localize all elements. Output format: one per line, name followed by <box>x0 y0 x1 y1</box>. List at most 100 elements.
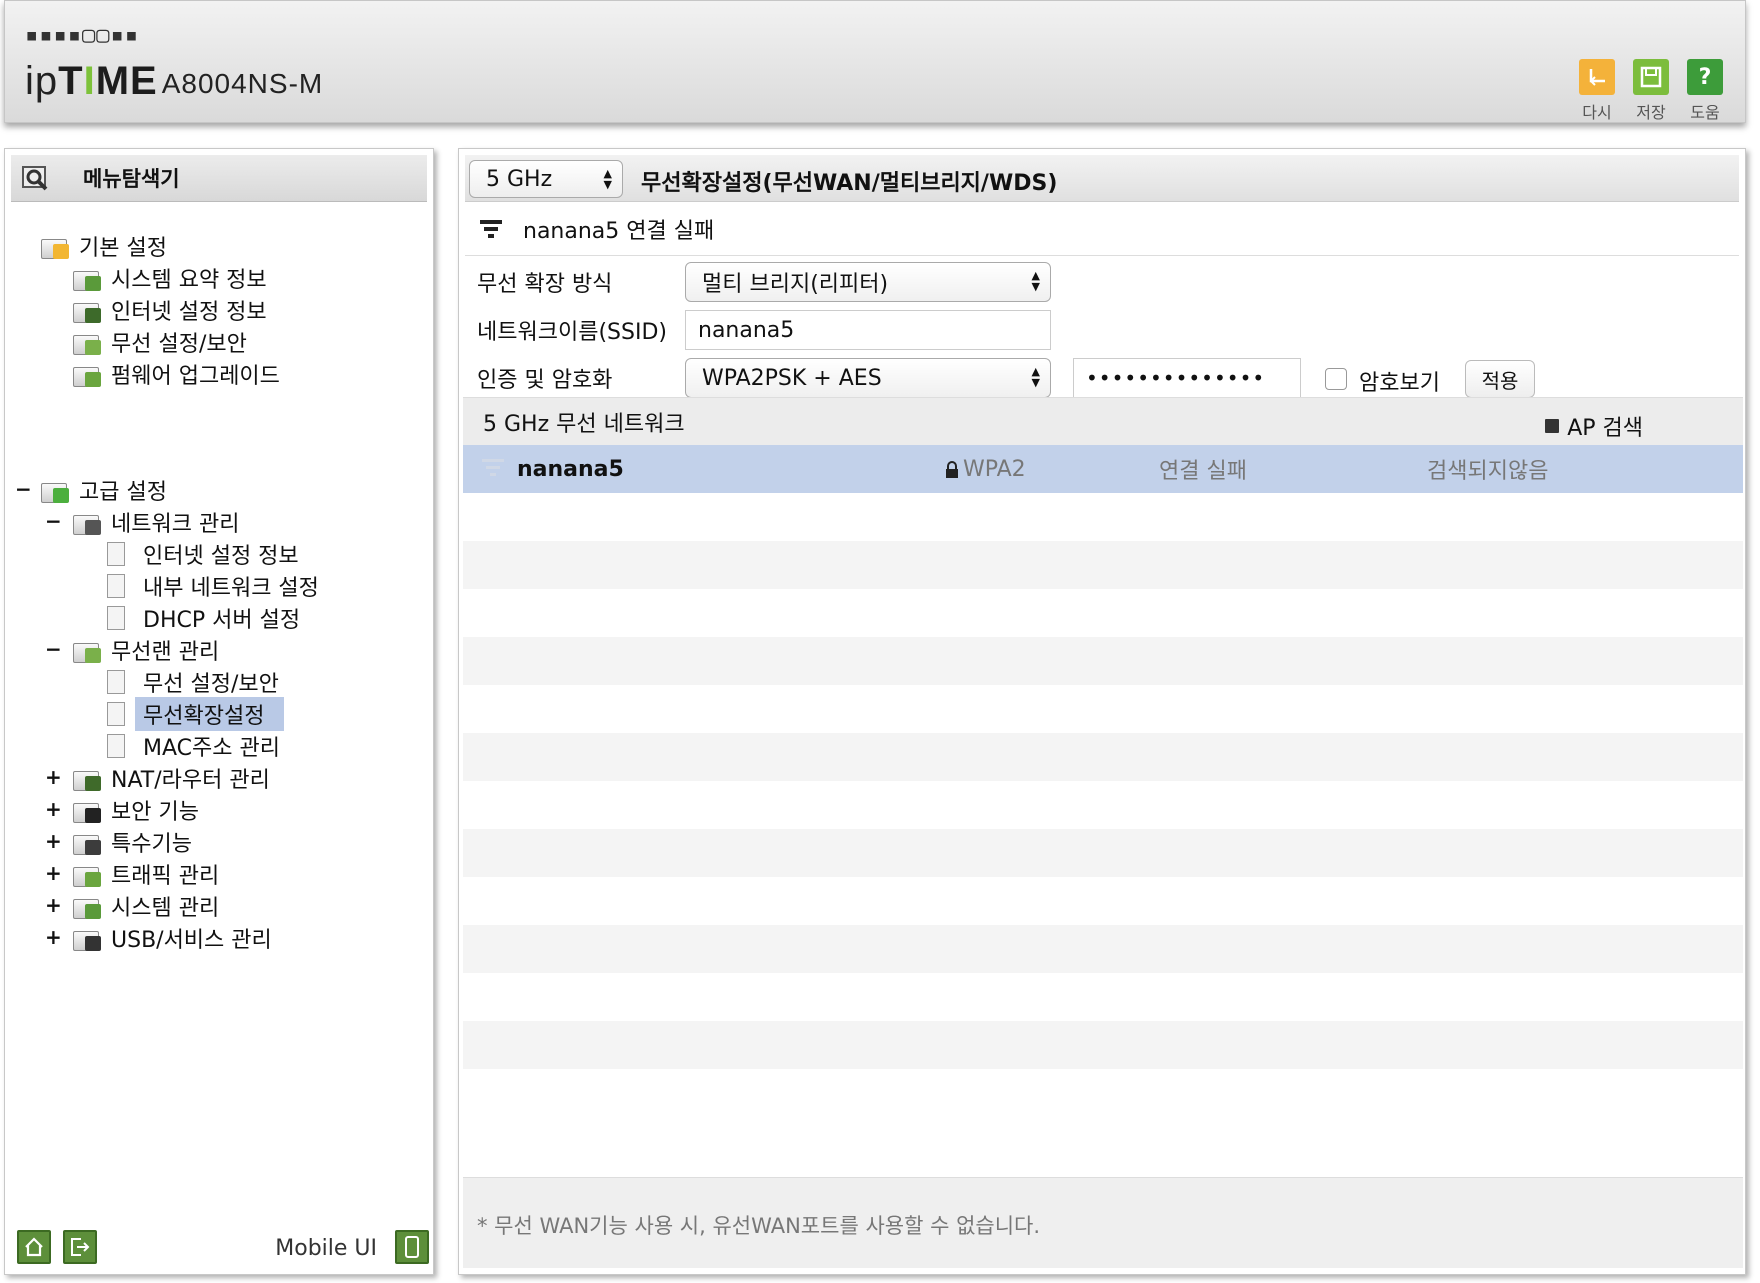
page-icon <box>107 542 125 566</box>
network-list-title: 5 GHz 무선 네트워크 <box>483 412 685 437</box>
extension-mode-row: 무선 확장 방식 멀티 브리지(리피터) ▲ ▼ <box>465 259 1739 305</box>
tree-usb-service[interactable]: USB/서비스 관리 <box>73 923 272 953</box>
tree-advanced-settings[interactable]: 고급 설정 <box>41 475 167 505</box>
mobile-ui-button[interactable] <box>395 1230 429 1264</box>
menu-explorer-header: 메뉴탐색기 <box>11 155 427 202</box>
menu-explorer-title: 메뉴탐색기 <box>83 167 180 191</box>
tree-wireless-management[interactable]: 무선랜 관리 <box>73 635 219 665</box>
signal-strength-icon <box>480 220 502 238</box>
tree-special[interactable]: 특수기능 <box>73 827 192 857</box>
connection-status: nanana5 연결 실패 <box>465 203 1739 256</box>
ssid-input[interactable]: nanana5 <box>685 310 1051 350</box>
empty-row <box>463 829 1743 877</box>
tree-system[interactable]: 시스템 관리 <box>73 891 219 921</box>
upgrade-icon <box>73 362 103 387</box>
tree-internal-network[interactable]: 내부 네트워크 설정 <box>107 571 319 601</box>
network-status: 연결 실패 <box>1159 459 1247 484</box>
empty-row <box>463 1069 1743 1117</box>
advanced-settings-icon <box>41 478 71 503</box>
basic-settings-icon <box>41 234 71 259</box>
empty-row <box>463 973 1743 1021</box>
monitor-icon <box>73 298 103 323</box>
select-arrows-icon: ▲ ▼ <box>1031 269 1040 293</box>
collapse-advanced-toggle[interactable]: − <box>15 477 32 501</box>
expand-usb-toggle[interactable]: + <box>45 925 62 949</box>
mobile-phone-icon <box>405 1236 419 1258</box>
expand-special-toggle[interactable]: + <box>45 829 62 853</box>
tree-nat-router[interactable]: NAT/라우터 관리 <box>73 763 270 793</box>
tree-adv-internet-info[interactable]: 인터넷 설정 정보 <box>107 539 299 569</box>
undo-button[interactable]: 다시 <box>1571 59 1623 123</box>
apply-button[interactable]: 적용 <box>1465 360 1535 398</box>
tree-adv-wireless-security[interactable]: 무선 설정/보안 <box>107 667 279 697</box>
selected-menu-label: 무선확장설정 <box>135 697 285 731</box>
usb-icon <box>73 926 103 951</box>
empty-row <box>463 877 1743 925</box>
signal-strength-icon <box>482 459 504 476</box>
tree-network-management[interactable]: 네트워크 관리 <box>73 507 239 537</box>
network-row[interactable]: nanana5 WPA2 연결 실패 검색되지않음 <box>463 445 1743 493</box>
tree-wireless-extension[interactable]: 무선확장설정 <box>107 697 285 731</box>
tree-mac-address[interactable]: MAC주소 관리 <box>107 731 280 761</box>
tree-security[interactable]: 보안 기능 <box>73 795 199 825</box>
app-header: ▪▪▪▪▢▢▪▪ ip TIME A8004NS-M 다시 저장 ? 도움 <box>4 0 1746 123</box>
main-header: 5 GHz ▲ ▼ 무선확장설정(무선WAN/멀티브리지/WDS) <box>465 155 1739 202</box>
network-ssid: nanana5 <box>517 457 624 482</box>
save-label: 저장 <box>1636 103 1666 122</box>
tree-firmware-upgrade[interactable]: 펌웨어 업그레이드 <box>73 359 280 389</box>
expand-system-toggle[interactable]: + <box>45 893 62 917</box>
special-icon <box>73 830 103 855</box>
password-input[interactable]: •••••••••••••• <box>1073 358 1301 398</box>
home-icon <box>25 1237 43 1257</box>
expand-security-toggle[interactable]: + <box>45 797 62 821</box>
page-icon <box>107 606 125 630</box>
iptime-logo: ip TIME A8004NS-M <box>25 59 323 104</box>
logo-ip: ip <box>25 59 59 103</box>
logo-time: TIME <box>58 59 158 103</box>
logout-button[interactable] <box>63 1230 97 1264</box>
network-security: WPA2 <box>963 457 1026 482</box>
auth-encryption-select[interactable]: WPA2PSK + AES ▲ ▼ <box>685 358 1051 398</box>
expand-traffic-toggle[interactable]: + <box>45 861 62 885</box>
home-button[interactable] <box>17 1230 51 1264</box>
tree-wireless-security[interactable]: 무선 설정/보안 <box>73 327 247 357</box>
ap-scan-button[interactable]: AP 검색 <box>1545 410 1643 442</box>
main-panel: 5 GHz ▲ ▼ 무선확장설정(무선WAN/멀티브리지/WDS) nanana5… <box>458 148 1746 1275</box>
tree-system-summary[interactable]: 시스템 요약 정보 <box>73 263 267 293</box>
collapse-wireless-toggle[interactable]: − <box>45 637 62 661</box>
router-icon <box>73 766 103 791</box>
show-password-checkbox[interactable] <box>1325 368 1347 390</box>
page-title: 무선확장설정(무선WAN/멀티브리지/WDS) <box>641 171 1058 196</box>
tree-basic-settings[interactable]: 기본 설정 <box>41 231 167 261</box>
auth-row: 인증 및 암호화 WPA2PSK + AES ▲ ▼ ••••••••••••••… <box>465 355 1739 401</box>
empty-row <box>463 1021 1743 1069</box>
empty-row <box>463 637 1743 685</box>
tree-dhcp-server[interactable]: DHCP 서버 설정 <box>107 603 300 633</box>
extension-mode-select[interactable]: 멀티 브리지(리피터) ▲ ▼ <box>685 262 1051 302</box>
scan-icon <box>1545 419 1560 433</box>
brand-dots: ▪▪▪▪▢▢▪▪ <box>25 23 139 48</box>
save-button[interactable]: 저장 <box>1625 59 1677 123</box>
empty-row <box>463 685 1743 733</box>
footnote-panel: * 무선 WAN기능 사용 시, 유선WAN포트를 사용할 수 없습니다. <box>463 1177 1743 1268</box>
tree-traffic[interactable]: 트래픽 관리 <box>73 859 219 889</box>
bar-chart-icon <box>73 894 103 919</box>
empty-row <box>463 589 1743 637</box>
expand-nat-toggle[interactable]: + <box>45 765 62 789</box>
empty-row <box>463 925 1743 973</box>
show-password-label: 암호보기 <box>1359 371 1440 396</box>
empty-row <box>463 541 1743 589</box>
auth-label: 인증 및 암호화 <box>477 368 613 393</box>
select-arrows-icon: ▲ ▼ <box>1031 365 1040 389</box>
collapse-network-toggle[interactable]: − <box>45 509 62 533</box>
help-button[interactable]: ? 도움 <box>1679 59 1731 123</box>
undo-icon <box>1579 59 1615 95</box>
sidebar-footer: Mobile UI <box>13 1228 429 1268</box>
wifi-icon <box>73 330 103 355</box>
tree-internet-info[interactable]: 인터넷 설정 정보 <box>73 295 267 325</box>
extension-mode-label: 무선 확장 방식 <box>477 272 613 297</box>
footnote-text: * 무선 WAN기능 사용 시, 유선WAN포트를 사용할 수 없습니다. <box>477 1214 1041 1238</box>
band-select[interactable]: 5 GHz ▲ ▼ <box>469 160 623 198</box>
page-icon <box>107 574 125 598</box>
mobile-ui-link[interactable]: Mobile UI <box>275 1236 377 1261</box>
